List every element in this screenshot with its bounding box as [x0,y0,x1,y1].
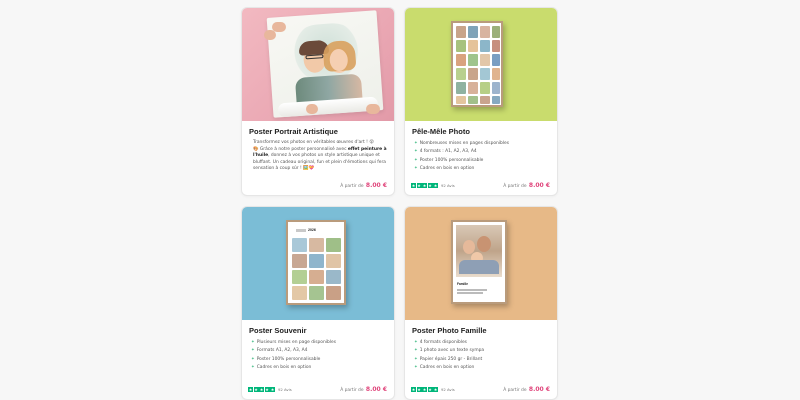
feature-item: ✦ Poster 100% personnalisable [414,157,484,163]
family-photo-poster-icon: Famille [405,207,557,320]
trustpilot-rating[interactable]: ★ ★ ★ ★ ★ 92 Avis [411,183,455,188]
product-card-poster-portrait-artistique[interactable]: Poster Portrait Artistique Transformez v… [241,7,395,196]
product-title[interactable]: Poster Portrait Artistique [249,127,387,136]
product-image[interactable]: Famille [405,207,557,320]
product-title[interactable]: Poster Photo Famille [412,326,550,335]
star-rating-icon: ★ ★ ★ ★ ★ [248,387,275,392]
check-icon: ✦ [414,141,418,146]
price: À partir de 8.00 € [503,182,550,189]
check-icon: ✦ [251,348,255,354]
product-image[interactable] [405,8,557,121]
product-grid: Poster Portrait Artistique Transformez v… [241,7,559,400]
feature-item: ✦ 4 formats : A1, A2, A3, A4 [414,149,477,155]
feature-item: ✦ Cadres en bois en option [414,365,475,371]
calendar-poster-icon: 2026 [242,207,394,320]
star-rating-icon: ★ ★ ★ ★ ★ [411,183,438,188]
feature-list: ✦ Nombreuses mises en pages disponibles ✦… [412,140,550,174]
check-icon: ✦ [251,365,255,371]
feature-list: ✦ 4 formats disponibles ✦ 1 photo avec un … [412,339,550,373]
price: À partir de 8.00 € [340,182,387,189]
review-count: 92 Avis [441,387,455,392]
feature-item: ✦ Nombreuses mises en pages disponibles [414,141,510,146]
check-icon: ✦ [251,340,255,345]
product-description: Transformez vos photos en véritables œuv… [253,140,387,172]
product-title[interactable]: Pêle-Mêle Photo [412,127,550,136]
check-icon: ✦ [414,166,418,172]
feature-item: ✦ Formats A1, A2, A3, A4 [251,348,308,354]
check-icon: ✦ [251,356,255,362]
trustpilot-rating[interactable]: ★ ★ ★ ★ ★ 92 Avis [411,387,455,392]
price: À partir de 8.00 € [503,386,550,393]
feature-item: ✦ Plusieurs mises en page disponibles [251,340,336,345]
feature-item: ✦ 1 photo avec un texte sympa [414,348,485,354]
feature-list: ✦ Plusieurs mises en page disponibles ✦ Fo… [249,339,387,373]
artistic-portrait-photo-icon [242,8,394,121]
check-icon: ✦ [414,356,418,362]
check-icon: ✦ [414,348,418,354]
review-count: 92 Avis [278,387,292,392]
product-image[interactable]: 2026 [242,207,394,320]
feature-item: ✦ Poster 100% personnalisable [251,356,321,362]
check-icon: ✦ [414,149,418,155]
review-count: 92 Avis [441,183,455,188]
feature-item: ✦ Papier épais 250 gr - Brillant [414,356,483,362]
product-card-pele-mele-photo[interactable]: Pêle-Mêle Photo ✦ Nombreuses mises en pag… [404,7,558,196]
feature-item: ✦ 4 formats disponibles [414,340,467,345]
photo-collage-poster-icon [405,8,557,121]
product-card-poster-photo-famille[interactable]: Famille Poster Photo Famille ✦ 4 formats … [404,206,558,400]
check-icon: ✦ [414,340,418,345]
price: À partir de 8.00 € [340,386,387,393]
check-icon: ✦ [414,365,418,371]
product-image[interactable] [242,8,394,121]
check-icon: ✦ [414,157,418,163]
star-rating-icon: ★ ★ ★ ★ ★ [411,387,438,392]
product-card-poster-souvenir[interactable]: 2026 Poster Souvenir ✦ Plusieurs mises e… [241,206,395,400]
trustpilot-rating[interactable]: ★ ★ ★ ★ ★ 92 Avis [248,387,292,392]
product-title[interactable]: Poster Souvenir [249,326,387,335]
feature-item: ✦ Cadres en bois en option [251,365,312,371]
feature-item: ✦ Cadres en bois en option [414,166,475,172]
